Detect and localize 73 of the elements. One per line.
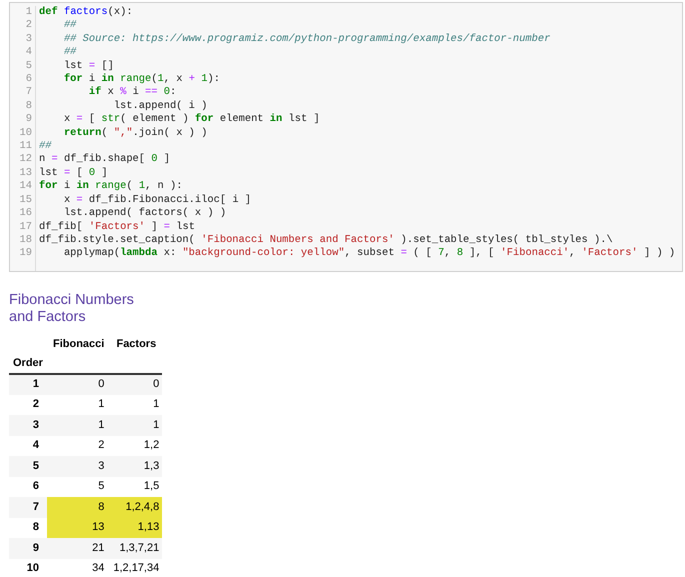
row-index: 5 bbox=[32, 460, 39, 472]
row-index: 1 bbox=[32, 378, 39, 390]
line-number: 7 bbox=[26, 86, 32, 100]
row-index: 7 bbox=[32, 500, 39, 513]
table-cell: 1 bbox=[47, 415, 110, 436]
code-line: x = [ str( element ) for element in lst ] bbox=[62, 113, 320, 127]
line-number: 11 bbox=[20, 140, 32, 154]
row-index: 6 bbox=[32, 480, 39, 492]
table-cell: 3 bbox=[47, 456, 110, 476]
code-line: ## bbox=[62, 46, 76, 60]
code-line: ## bbox=[62, 19, 76, 33]
table-cell: 1,2 bbox=[110, 436, 162, 456]
row-index: 10 bbox=[26, 562, 39, 574]
code-line: df_fib[ 'Factors' ] = lst bbox=[39, 220, 195, 234]
line-number: 12 bbox=[20, 153, 32, 167]
index-header: Order bbox=[13, 357, 43, 369]
table-cell: 5 bbox=[47, 476, 110, 497]
table-cell: 21 bbox=[47, 538, 110, 558]
table-cell: 0 bbox=[110, 374, 162, 394]
table-cell: 1,5 bbox=[110, 476, 162, 497]
column-header: Factors bbox=[116, 338, 156, 350]
line-number: 10 bbox=[20, 126, 32, 140]
row-index: 3 bbox=[32, 418, 39, 431]
line-number: 14 bbox=[20, 180, 32, 194]
table-cell: 2 bbox=[47, 436, 110, 456]
code-line: lst.append( factors( x ) ) bbox=[62, 207, 226, 220]
table-caption: Fibonacci Numbers bbox=[9, 292, 134, 309]
table-cell: 34 bbox=[47, 558, 110, 577]
code-line: ## Source: https://www.programiz.com/python-programming/examples/factor-number bbox=[62, 32, 550, 46]
line-number: 2 bbox=[26, 19, 32, 33]
column-header: Fibonacci bbox=[53, 338, 104, 350]
code-line: n = df_fib.shape[ 0 ] bbox=[39, 153, 170, 167]
code-line: lst = [] bbox=[62, 60, 114, 73]
table-cell: 1,13 bbox=[110, 518, 162, 538]
table-cell: 1,3,7,21 bbox=[110, 538, 162, 558]
row-index: 2 bbox=[32, 398, 39, 410]
code-line: x = df_fib.Fibonacci.iloc[ i ] bbox=[62, 194, 252, 208]
code-line: for i in range(1, x + 1): bbox=[62, 73, 220, 86]
line-number: 4 bbox=[26, 46, 32, 60]
line-number: 1 bbox=[26, 6, 32, 20]
table-caption: and Factors bbox=[9, 309, 86, 326]
line-number: 17 bbox=[20, 220, 32, 234]
line-number: 18 bbox=[20, 234, 32, 248]
line-number: 15 bbox=[20, 194, 32, 208]
table-cell: 1,2,4,8 bbox=[110, 497, 162, 518]
code-line: return( ",".join( x ) ) bbox=[62, 126, 208, 140]
table-cell: 1,3 bbox=[110, 456, 162, 476]
code-line: if x % i == 0: bbox=[88, 86, 176, 100]
code-line: for i in range( 1, n ): bbox=[39, 180, 182, 194]
code-line: df_fib.style.set_caption( 'Fibonacci Numbers and Factors' ).set_table_styles( tbl_styles ).\ bbox=[39, 234, 613, 248]
line-number: 16 bbox=[20, 207, 32, 220]
code-line: lst.append( i ) bbox=[112, 100, 208, 113]
table-cell: 0 bbox=[47, 374, 110, 394]
table-cell: 1 bbox=[110, 415, 162, 436]
line-number: 5 bbox=[26, 60, 32, 74]
line-number: 13 bbox=[20, 166, 32, 180]
table-cell: 1 bbox=[110, 394, 162, 415]
code-line: ## bbox=[39, 140, 52, 154]
line-number: 6 bbox=[26, 73, 32, 86]
line-number: 9 bbox=[26, 113, 32, 127]
table-cell: 1,2,17,34 bbox=[110, 558, 162, 577]
line-number: 8 bbox=[26, 100, 32, 114]
row-index: 8 bbox=[32, 521, 39, 534]
table-cell: 13 bbox=[47, 518, 110, 538]
code-line: def factors(x): bbox=[39, 6, 133, 20]
line-number: 19 bbox=[20, 247, 32, 261]
line-number: 3 bbox=[26, 32, 32, 46]
row-index: 4 bbox=[32, 439, 39, 452]
table-cell: 1 bbox=[47, 394, 110, 415]
code-line: lst = [ 0 ] bbox=[39, 166, 108, 180]
table-cell: 8 bbox=[47, 497, 110, 518]
row-index: 9 bbox=[32, 542, 39, 554]
code-line: applymap(lambda x: "background-color: yellow", subset = ( [ 7, 8 ], [ 'Fibonacci', 'Factors' ] ) ) bbox=[62, 247, 676, 261]
